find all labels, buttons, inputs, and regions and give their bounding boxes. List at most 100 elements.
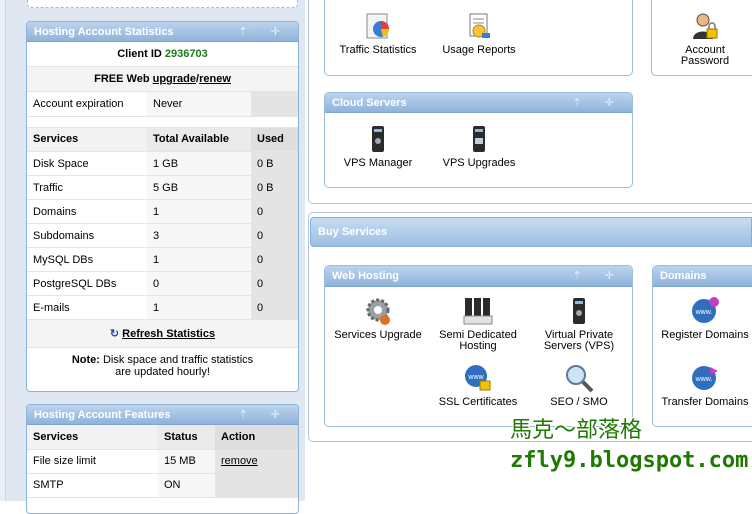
services-upgrade-label: Services Upgrade [334,329,422,341]
renew-link[interactable]: renew [199,73,231,85]
client-id-label: Client ID [117,48,162,60]
services-upgrade-item[interactable]: Services Upgrade [329,296,427,341]
ssl-certificates-label: SSL Certificates [438,396,518,408]
vps-line2: Servers (VPS) [543,340,615,352]
statistics-box: Traffic Statistics Usage Reports [324,0,633,76]
client-id-row: Client ID 2936703 [27,42,298,67]
table-row: Subdomains 3 0 [27,223,298,248]
cloud-servers-title: Cloud Servers [332,97,407,109]
ssl-certificates-item[interactable]: www SSL Certificates [431,363,525,408]
note-label: Note: [71,354,100,366]
table-row: Traffic 5 GB 0 B [27,175,298,200]
buy-services-header[interactable]: Buy Services [310,217,752,247]
service-name: E-mails [27,295,147,320]
user-lock-icon [693,13,718,39]
usage-reports-icon [469,13,490,38]
col-total: Total Available [147,127,251,152]
transfer-domains-label: Transfer Domains [661,396,749,408]
cloud-servers-header[interactable]: Cloud Servers ⇡ ✛ [325,93,632,113]
refresh-statistics-link[interactable]: Refresh Statistics [122,328,215,340]
panel-controls-icon[interactable]: ⇡ ✛ [573,93,625,113]
semi-dedicated-item[interactable]: Semi Dedicated Hosting [431,296,525,352]
service-name: Disk Space [27,151,147,176]
table-row: SMTP ON [27,473,298,498]
vps-hosting-item[interactable]: Virtual Private Servers (VPS) [531,296,627,352]
service-total: 1 [147,247,251,272]
service-name: Subdomains [27,223,147,248]
cloud-servers-panel: Cloud Servers ⇡ ✛ VPS Manager VPS Upgrad… [324,92,633,188]
service-name: Traffic [27,175,147,200]
service-total: 5 GB [147,175,251,200]
seo-smo-label: SEO / SMO [550,396,608,408]
traffic-statistics-label: Traffic Statistics [339,44,417,56]
table-row: E-mails 1 0 [27,295,298,320]
transfer-domains-item[interactable]: www. Transfer Domains [657,363,752,408]
feature-status: 15 MB [158,449,215,474]
note-line1: Disk space and traffic statistics [102,354,254,366]
feature-name: File size limit [27,449,158,474]
ssl-lock-icon: www [465,365,491,391]
hosting-features-header[interactable]: Hosting Account Features ⇡ ✛ [27,405,298,425]
vps-manager-item[interactable]: VPS Manager [333,124,423,169]
note-box: Note: Disk space and traffic statistics … [27,348,298,378]
register-domains-label: Register Domains [661,329,749,341]
usage-reports-item[interactable]: Usage Reports [433,11,525,56]
service-total: 1 GB [147,151,251,176]
refresh-icon[interactable]: ↻ [110,328,119,340]
account-password-item[interactable]: Account Password [665,11,745,67]
gear-icon [366,298,390,325]
www-text: www. [695,309,713,316]
refresh-row: ↻ Refresh Statistics [27,320,298,348]
feature-status: ON [158,473,215,498]
server-icon [372,126,384,152]
col-services: Services [27,127,147,152]
table-row: File size limit 15 MB remove [27,449,298,474]
panel-controls-icon[interactable]: ⇡ ✛ [239,22,291,42]
feature-action [215,473,298,498]
previous-panel-stub [27,0,298,8]
server-rack-icon [463,298,493,325]
service-name: Domains [27,199,147,224]
note-line2: are updated hourly! [115,366,210,378]
features-table: Services Status Action File size limit 1… [27,425,298,498]
expiration-table: Account expiration Never [27,92,298,117]
web-hosting-header[interactable]: Web Hosting ⇡ ✛ [325,266,632,287]
traffic-statistics-icon [366,13,389,39]
usage-reports-label: Usage Reports [442,44,516,56]
seo-smo-item[interactable]: SEO / SMO [531,363,627,408]
expiration-used [251,92,298,117]
semi-dedicated-line2: Hosting [459,340,497,352]
panel-controls-icon[interactable]: ⇡ ✛ [239,405,291,425]
client-id-value: 2936703 [164,48,208,60]
service-used: 0 [251,271,298,296]
watermark-url: zfly9.blogspot.com [510,448,749,473]
remove-link[interactable]: remove [221,455,258,467]
magnifier-icon [566,365,594,393]
server-icon [573,298,585,324]
vps-upgrades-item[interactable]: VPS Upgrades [433,124,525,169]
table-row: MySQL DBs 1 0 [27,247,298,272]
domain-add-icon: www. [692,297,719,323]
web-hosting-panel: Web Hosting ⇡ ✛ Services Upgrade Semi De… [324,265,633,427]
service-total: 1 [147,199,251,224]
service-total: 0 [147,271,251,296]
service-name: MySQL DBs [27,247,147,272]
hosting-stats-panel: Hosting Account Statistics ⇡ ✛ Client ID… [26,21,299,392]
spacer [27,117,298,128]
account-password-box: Account Password [651,0,752,76]
feature-name: SMTP [27,473,158,498]
panel-controls-icon[interactable]: ⇡ ✛ [573,266,625,287]
register-domains-item[interactable]: www. Register Domains [657,296,752,341]
domains-header[interactable]: Domains [653,266,752,287]
domains-title: Domains [660,270,707,282]
free-web-row: FREE Web upgrade/renew [27,67,298,92]
www-text: www. [695,376,713,383]
service-used: 0 B [251,175,298,200]
col-services: Services [27,425,158,450]
upgrade-link[interactable]: upgrade [153,73,196,85]
hosting-stats-header[interactable]: Hosting Account Statistics ⇡ ✛ [27,22,298,42]
vps-manager-label: VPS Manager [343,157,413,169]
traffic-statistics-item[interactable]: Traffic Statistics [333,11,423,56]
services-table: Services Total Available Used Disk Space… [27,127,298,320]
svg-text:www: www [467,374,484,381]
